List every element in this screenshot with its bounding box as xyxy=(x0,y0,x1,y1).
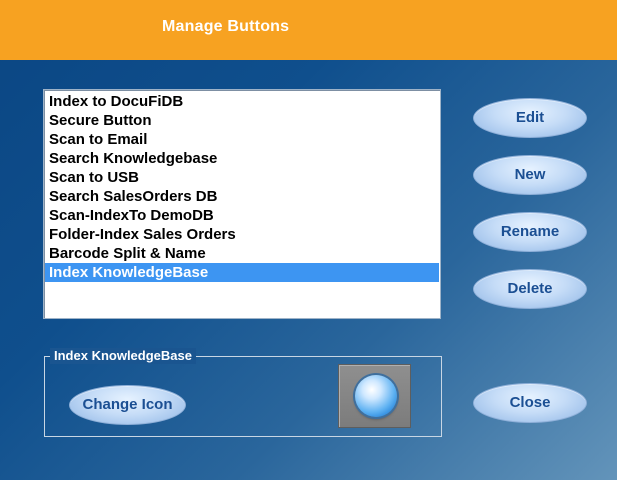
list-item[interactable]: Scan to Email xyxy=(45,130,439,149)
change-icon-button[interactable]: Change Icon xyxy=(69,385,186,425)
icon-preview-button[interactable] xyxy=(338,364,411,428)
list-item[interactable]: Search SalesOrders DB xyxy=(45,187,439,206)
list-item[interactable]: Index to DocuFiDB xyxy=(45,92,439,111)
list-item[interactable]: Scan to USB xyxy=(45,168,439,187)
new-button[interactable]: New xyxy=(473,155,587,195)
list-item[interactable]: Scan-IndexTo DemoDB xyxy=(45,206,439,225)
blue-orb-icon xyxy=(355,375,397,417)
close-button[interactable]: Close xyxy=(473,383,587,423)
group-legend: Index KnowledgeBase xyxy=(50,348,196,364)
edit-button[interactable]: Edit xyxy=(473,98,587,138)
header-bar: Manage Buttons xyxy=(0,0,617,60)
list-item[interactable]: Barcode Split & Name xyxy=(45,244,439,263)
manage-buttons-screen: Manage Buttons Index to DocuFiDB Secure … xyxy=(0,0,617,480)
list-item-selected[interactable]: Index KnowledgeBase xyxy=(45,263,439,282)
list-item[interactable]: Secure Button xyxy=(45,111,439,130)
list-item[interactable]: Folder-Index Sales Orders xyxy=(45,225,439,244)
page-title: Manage Buttons xyxy=(162,18,290,35)
list-item[interactable]: Search Knowledgebase xyxy=(45,149,439,168)
delete-button[interactable]: Delete xyxy=(473,269,587,309)
buttons-listbox[interactable]: Index to DocuFiDB Secure Button Scan to … xyxy=(43,89,441,319)
rename-button[interactable]: Rename xyxy=(473,212,587,252)
